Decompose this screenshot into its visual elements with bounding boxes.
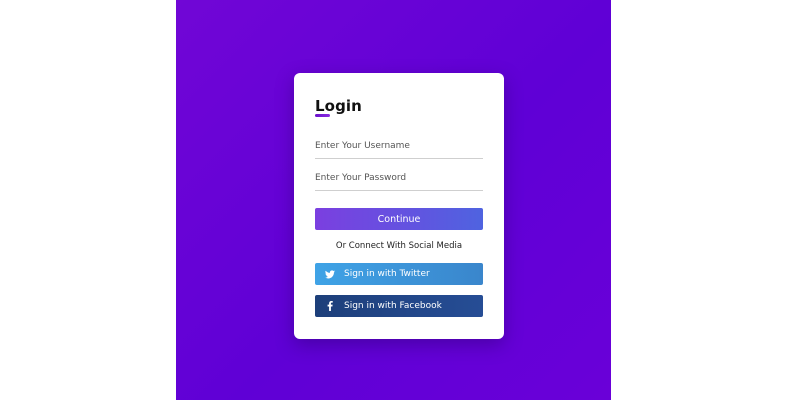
username-input[interactable] xyxy=(315,137,483,159)
continue-button-label: Continue xyxy=(377,213,421,225)
login-card: Login Continue Or Connect With Social Me… xyxy=(294,73,504,339)
twitter-signin-button[interactable]: Sign in with Twitter xyxy=(315,263,483,285)
social-divider-text: Or Connect With Social Media xyxy=(335,241,463,251)
twitter-signin-label: Sign in with Twitter xyxy=(344,269,430,279)
facebook-signin-label: Sign in with Facebook xyxy=(344,301,442,311)
twitter-icon xyxy=(325,269,335,279)
login-title: Login xyxy=(315,97,362,115)
password-input[interactable] xyxy=(315,169,483,191)
facebook-icon xyxy=(325,301,335,311)
continue-button[interactable]: Continue xyxy=(315,208,483,230)
facebook-signin-button[interactable]: Sign in with Facebook xyxy=(315,295,483,317)
title-underline xyxy=(315,114,330,117)
